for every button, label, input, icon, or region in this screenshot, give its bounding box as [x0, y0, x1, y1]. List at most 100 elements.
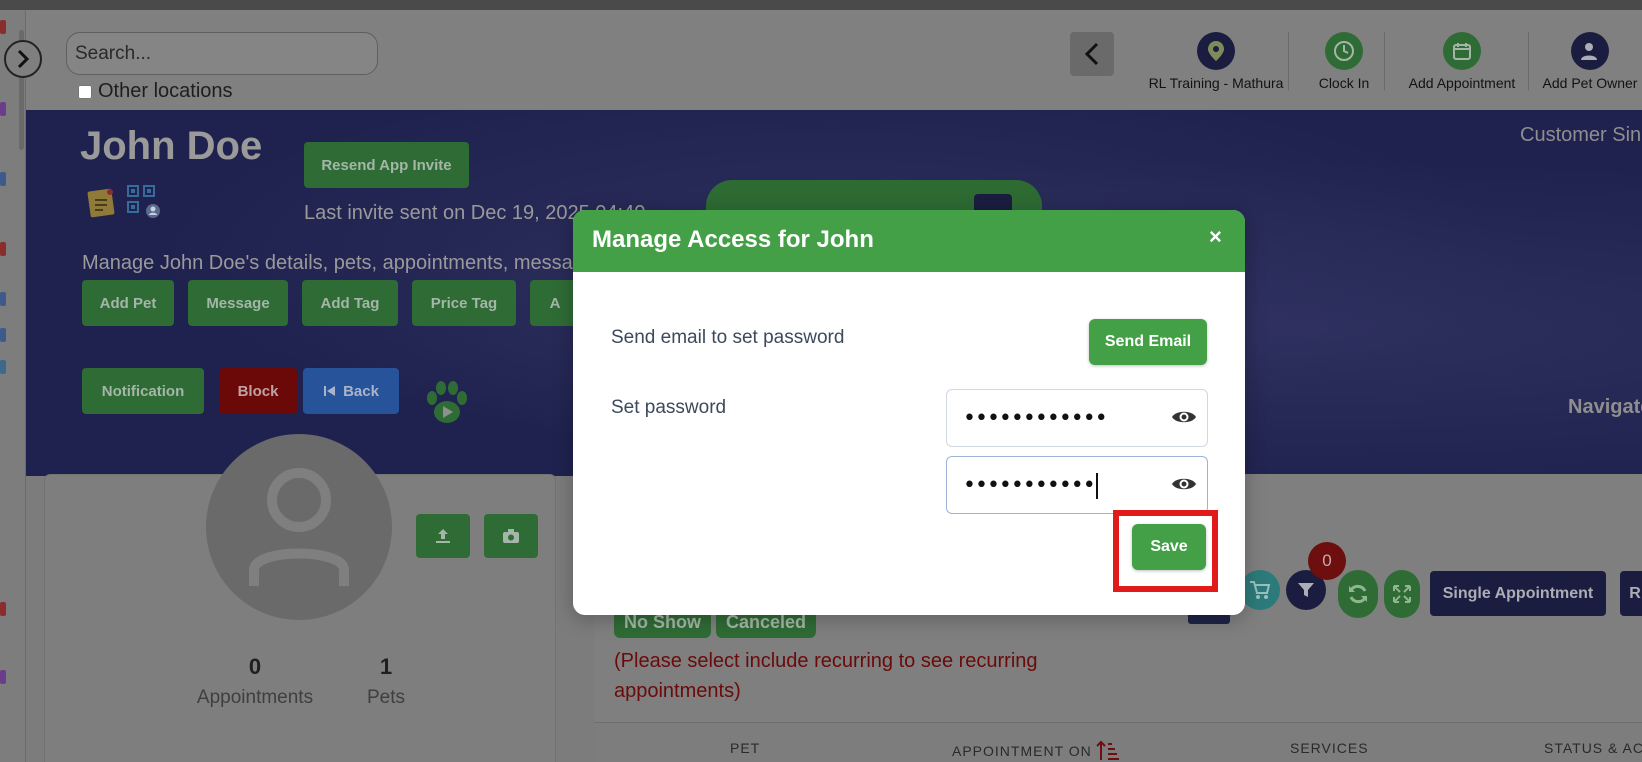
modal-header: Manage Access for John × — [573, 210, 1245, 272]
add-pet-button[interactable]: Add Pet — [82, 280, 174, 326]
header-divider — [1528, 32, 1529, 90]
clock-in-button[interactable]: Clock In — [1302, 32, 1386, 102]
message-label: Message — [206, 294, 270, 312]
filter-count-badge: 0 — [1308, 542, 1346, 580]
rail-marker-icon — [0, 20, 6, 34]
collapse-header-button[interactable] — [1070, 32, 1114, 76]
single-appointment-label: Single Appointment — [1442, 584, 1594, 602]
chevron-right-icon — [17, 49, 30, 69]
clock-icon — [1325, 32, 1363, 70]
upload-icon — [436, 529, 450, 543]
expand-sidebar-button[interactable] — [4, 40, 42, 78]
add-tag-button[interactable]: Add Tag — [302, 280, 398, 326]
appointments-label: Appointments — [196, 687, 314, 708]
notification-label: Notification — [101, 382, 185, 400]
block-button[interactable]: Block — [219, 368, 297, 414]
add-appointment-button[interactable]: Add Appointment — [1398, 32, 1526, 102]
upload-photo-button[interactable] — [416, 514, 470, 558]
header-divider — [1288, 32, 1289, 90]
send-email-text: Send email to set password — [611, 327, 845, 348]
pets-count: 1 — [379, 654, 393, 679]
customer-name: John Doe — [80, 124, 263, 168]
truncated-action-label: A — [549, 294, 561, 312]
add-appointment-label: Add Appointment — [1408, 75, 1516, 91]
expand-button[interactable] — [1384, 570, 1420, 618]
paw-video-icon[interactable] — [422, 380, 472, 431]
truncated-panel-button[interactable]: R — [1620, 571, 1642, 616]
column-header-status-actions[interactable]: STATUS & ACTIONS — [1544, 740, 1642, 756]
modal-title: Manage Access for John — [592, 226, 874, 253]
confirm-password-field[interactable]: ••••••••••• — [946, 456, 1208, 514]
appointments-count: 0 — [248, 654, 262, 679]
eye-icon[interactable] — [1171, 408, 1197, 426]
close-icon[interactable]: × — [1209, 224, 1222, 250]
add-user-icon — [1571, 32, 1609, 70]
rail-marker-icon — [0, 102, 6, 116]
refresh-button[interactable] — [1338, 570, 1378, 618]
rail-marker-icon — [0, 242, 6, 256]
rail-marker-icon — [0, 328, 6, 342]
resend-app-invite-button[interactable]: Resend App Invite — [304, 142, 469, 188]
rail-marker-icon — [0, 360, 6, 374]
other-locations-toggle[interactable]: Other locations — [78, 80, 233, 103]
save-button[interactable]: Save — [1132, 524, 1206, 570]
price-tag-label: Price Tag — [430, 294, 498, 312]
location-selector[interactable]: RL Training - Mathura — [1136, 32, 1296, 102]
cart-icon — [1250, 581, 1271, 599]
cart-button[interactable] — [1240, 570, 1280, 610]
skip-back-icon — [324, 386, 336, 396]
password-mask: •••••••••••• — [963, 406, 1108, 431]
truncated-panel-label: R — [1629, 584, 1641, 602]
add-pet-owner-label: Add Pet Owner — [1542, 75, 1638, 91]
notification-button[interactable]: Notification — [82, 368, 204, 414]
price-tag-button[interactable]: Price Tag — [412, 280, 516, 326]
left-rail — [0, 10, 26, 762]
top-header: Other locations RL Training - Mathura Cl… — [26, 10, 1642, 110]
other-locations-checkbox[interactable] — [78, 84, 92, 99]
browser-top-strip — [0, 0, 1642, 10]
send-email-button[interactable]: Send Email — [1089, 319, 1207, 365]
column-header-pet[interactable]: PET — [730, 740, 760, 756]
user-placeholder-icon — [249, 468, 349, 586]
navigate-text: Navigate — [1568, 396, 1642, 418]
search-input[interactable] — [66, 32, 378, 75]
save-label: Save — [1150, 538, 1188, 555]
column-header-appointment-on-label: APPOINTMENT ON — [952, 743, 1092, 759]
confirm-password-mask: ••••••••••• — [963, 473, 1096, 498]
rail-marker-icon — [0, 670, 6, 684]
camera-icon — [503, 529, 519, 543]
column-header-appointment-on[interactable]: APPOINTMENT ON — [952, 740, 1120, 762]
refresh-icon — [1349, 584, 1367, 604]
single-appointment-button[interactable]: Single Appointment — [1430, 571, 1606, 616]
take-photo-button[interactable] — [484, 514, 538, 558]
send-email-label: Send Email — [1104, 333, 1192, 350]
message-button[interactable]: Message — [188, 280, 288, 326]
back-label: Back — [343, 382, 379, 400]
eye-icon[interactable] — [1171, 475, 1197, 493]
pets-label: Pets — [366, 687, 406, 708]
chevron-left-icon — [1084, 42, 1099, 66]
rail-marker-icon — [0, 602, 6, 616]
notes-icon[interactable] — [86, 184, 118, 225]
sort-icon — [1096, 740, 1119, 760]
add-pet-owner-button[interactable]: Add Pet Owner — [1538, 32, 1642, 102]
recurring-note: (Please select include recurring to see … — [614, 650, 1038, 702]
filter-icon — [1298, 583, 1314, 597]
clock-in-label: Clock In — [1318, 75, 1370, 91]
other-locations-label: Other locations — [98, 80, 233, 102]
block-label: Block — [237, 382, 279, 400]
add-tag-label: Add Tag — [320, 294, 380, 312]
column-header-services[interactable]: SERVICES — [1290, 740, 1369, 756]
rail-marker-icon — [0, 292, 6, 306]
qr-code-icon[interactable] — [126, 184, 162, 225]
set-password-label: Set password — [611, 397, 727, 418]
avatar — [206, 434, 392, 620]
expand-icon — [1393, 585, 1411, 603]
location-label: RL Training - Mathura — [1148, 75, 1284, 91]
password-field[interactable]: •••••••••••• — [946, 389, 1208, 447]
add-pet-label: Add Pet — [99, 294, 157, 312]
manage-description: Manage John Doe's details, pets, appoint… — [82, 252, 606, 274]
back-button[interactable]: Back — [303, 368, 399, 414]
rail-marker-icon — [0, 172, 6, 186]
header-divider — [1384, 32, 1385, 90]
